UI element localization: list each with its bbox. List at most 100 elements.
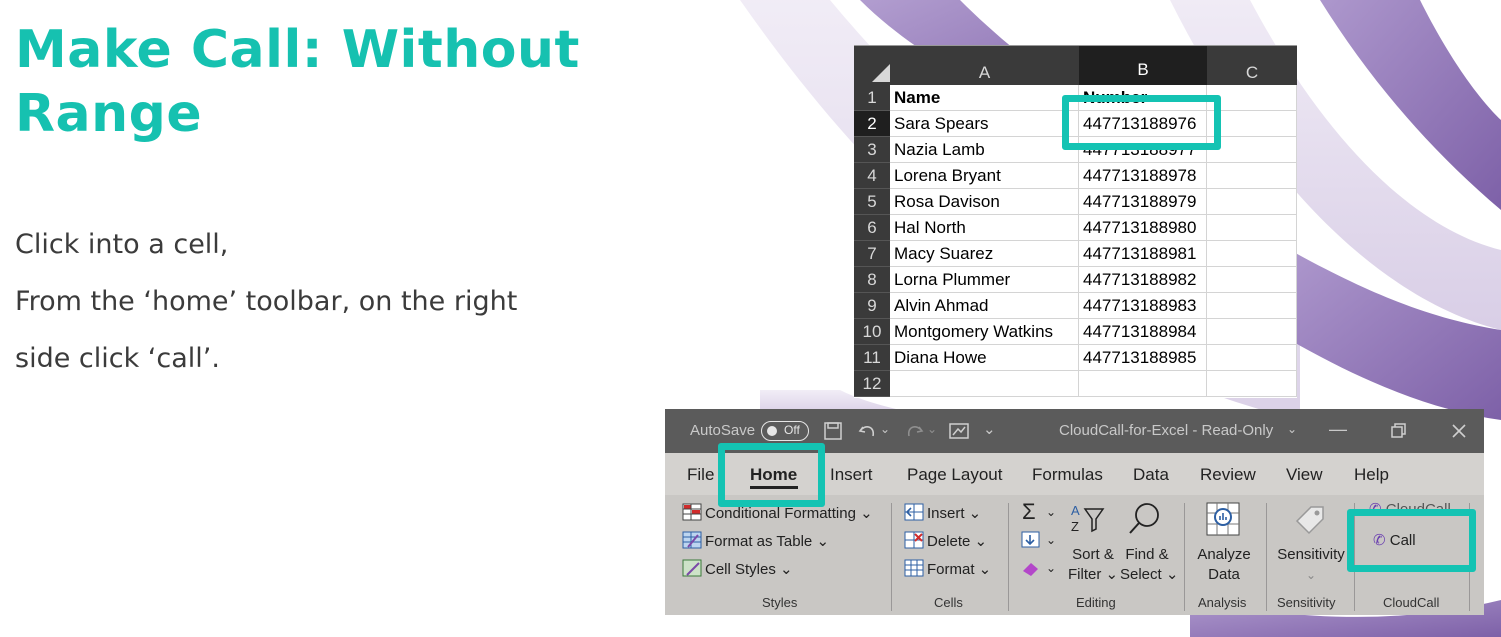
cell-empty[interactable] xyxy=(1207,345,1297,371)
tab-file[interactable]: File xyxy=(687,465,714,485)
select-all-triangle-icon xyxy=(872,64,890,82)
tab-view[interactable]: View xyxy=(1286,465,1323,485)
cell-number[interactable]: 447713188979 xyxy=(1079,189,1207,215)
autosave-label: AutoSave xyxy=(690,422,756,439)
insert-cells-icon xyxy=(904,503,924,521)
cell-name[interactable]: Rosa Davison xyxy=(890,189,1079,215)
touch-mode-icon[interactable] xyxy=(947,421,971,441)
cell-number[interactable] xyxy=(1079,371,1207,397)
row-header[interactable]: 4 xyxy=(854,163,890,189)
cell-empty[interactable] xyxy=(1207,293,1297,319)
cell-name[interactable]: Lorena Bryant xyxy=(890,163,1079,189)
redo-dropdown-icon[interactable]: ⌄ xyxy=(927,422,937,436)
delete-cells-icon xyxy=(904,531,924,549)
clear-eraser-icon[interactable] xyxy=(1021,561,1041,577)
sort-filter-button[interactable]: Sort & Filter ⌄ xyxy=(1068,545,1118,585)
styles-group-label: Styles xyxy=(762,595,798,610)
column-header-a[interactable]: A xyxy=(890,46,1079,85)
tab-insert[interactable]: Insert xyxy=(830,465,873,485)
row-header[interactable]: 1 xyxy=(854,85,890,111)
cell-name[interactable]: Hal North xyxy=(890,215,1079,241)
redo-icon[interactable] xyxy=(903,421,925,441)
cell-name[interactable]: Name xyxy=(890,85,1079,111)
cell-name[interactable]: Sara Spears xyxy=(890,111,1079,137)
row-header[interactable]: 11 xyxy=(854,345,890,371)
row-header[interactable]: 2 xyxy=(854,111,890,137)
cell-name[interactable]: Alvin Ahmad xyxy=(890,293,1079,319)
separator xyxy=(1008,503,1009,611)
cell-name[interactable]: Lorna Plummer xyxy=(890,267,1079,293)
close-icon[interactable] xyxy=(1450,422,1468,440)
find-select-button[interactable]: Find & Select ⌄ xyxy=(1120,545,1178,585)
separator xyxy=(1266,503,1267,611)
cell-number[interactable]: 447713188984 xyxy=(1079,319,1207,345)
select-all-corner[interactable] xyxy=(854,46,890,85)
undo-icon[interactable] xyxy=(857,421,879,441)
sensitivity-icon xyxy=(1295,506,1324,535)
cell-name[interactable]: Nazia Lamb xyxy=(890,137,1079,163)
column-header-c[interactable]: C xyxy=(1207,46,1297,85)
cell-name[interactable]: Macy Suarez xyxy=(890,241,1079,267)
cell-number[interactable]: 447713188982 xyxy=(1079,267,1207,293)
cell-empty[interactable] xyxy=(1207,215,1297,241)
format-cells-button[interactable]: Format ⌄ xyxy=(904,559,991,578)
cell-name[interactable]: Montgomery Watkins xyxy=(890,319,1079,345)
restore-icon[interactable] xyxy=(1390,422,1408,440)
cell-empty[interactable] xyxy=(1207,241,1297,267)
undo-dropdown-icon[interactable]: ⌄ xyxy=(880,422,890,436)
cell-number[interactable]: 447713188980 xyxy=(1079,215,1207,241)
highlight-call-button xyxy=(1347,509,1476,572)
cell-name[interactable]: Diana Howe xyxy=(890,345,1079,371)
cell-styles-button[interactable]: Cell Styles ⌄ xyxy=(682,559,793,578)
analyze-data-button[interactable]: Analyze Data xyxy=(1194,545,1254,585)
title-dropdown-icon[interactable]: ⌄ xyxy=(1287,422,1297,436)
row-header[interactable]: 8 xyxy=(854,267,890,293)
tab-review[interactable]: Review xyxy=(1200,465,1256,485)
insert-cells-button[interactable]: Insert ⌄ xyxy=(904,503,981,522)
cell-name[interactable] xyxy=(890,371,1079,397)
column-header-b[interactable]: B xyxy=(1079,46,1207,85)
tab-page-layout[interactable]: Page Layout xyxy=(907,465,1002,485)
cell-empty[interactable] xyxy=(1207,267,1297,293)
row-header[interactable]: 12 xyxy=(854,371,890,397)
clear-dropdown-icon[interactable]: ⌄ xyxy=(1046,561,1056,575)
row-header[interactable]: 7 xyxy=(854,241,890,267)
cell-empty[interactable] xyxy=(1207,163,1297,189)
autosum-dropdown-icon[interactable]: ⌄ xyxy=(1046,505,1056,519)
save-icon[interactable] xyxy=(823,421,843,441)
row-header[interactable]: 5 xyxy=(854,189,890,215)
row-header[interactable]: 6 xyxy=(854,215,890,241)
autosave-toggle[interactable]: Off xyxy=(761,421,809,441)
editing-group-label: Editing xyxy=(1076,595,1116,610)
fill-dropdown-icon[interactable]: ⌄ xyxy=(1046,533,1056,547)
format-as-table-button[interactable]: Format as Table ⌄ xyxy=(682,531,829,550)
row-header[interactable]: 9 xyxy=(854,293,890,319)
cell-empty[interactable] xyxy=(1207,189,1297,215)
format-cells-icon xyxy=(904,559,924,577)
separator xyxy=(1184,503,1185,611)
autosum-icon[interactable]: Σ xyxy=(1022,499,1036,525)
cell-number[interactable]: 447713188978 xyxy=(1079,163,1207,189)
highlight-home-tab xyxy=(718,443,825,507)
instructions: Click into a cell, From the ‘home’ toolb… xyxy=(15,216,615,387)
cloudcall-group-label: CloudCall xyxy=(1383,595,1440,610)
customize-toolbar-icon[interactable]: ⌄ xyxy=(983,420,996,438)
cell-number[interactable]: 447713188981 xyxy=(1079,241,1207,267)
row-header[interactable]: 3 xyxy=(854,137,890,163)
excel-window: AutoSave Off ⌄ ⌄ ⌄ CloudCall-for-Excel -… xyxy=(665,409,1484,615)
conditional-formatting-icon xyxy=(682,503,702,521)
tab-formulas[interactable]: Formulas xyxy=(1032,465,1103,485)
cell-empty[interactable] xyxy=(1207,319,1297,345)
cell-empty[interactable] xyxy=(1207,371,1297,397)
cell-styles-icon xyxy=(682,559,702,577)
fill-icon[interactable] xyxy=(1021,531,1041,549)
row-header[interactable]: 10 xyxy=(854,319,890,345)
tab-data[interactable]: Data xyxy=(1133,465,1169,485)
delete-cells-button[interactable]: Delete ⌄ xyxy=(904,531,987,550)
tab-help[interactable]: Help xyxy=(1354,465,1389,485)
cell-number[interactable]: 447713188985 xyxy=(1079,345,1207,371)
sensitivity-button[interactable]: Sensitivity ⌄ xyxy=(1271,545,1351,585)
cell-number[interactable]: 447713188983 xyxy=(1079,293,1207,319)
minimize-icon[interactable]: — xyxy=(1329,419,1347,440)
svg-text:A: A xyxy=(1071,503,1080,518)
